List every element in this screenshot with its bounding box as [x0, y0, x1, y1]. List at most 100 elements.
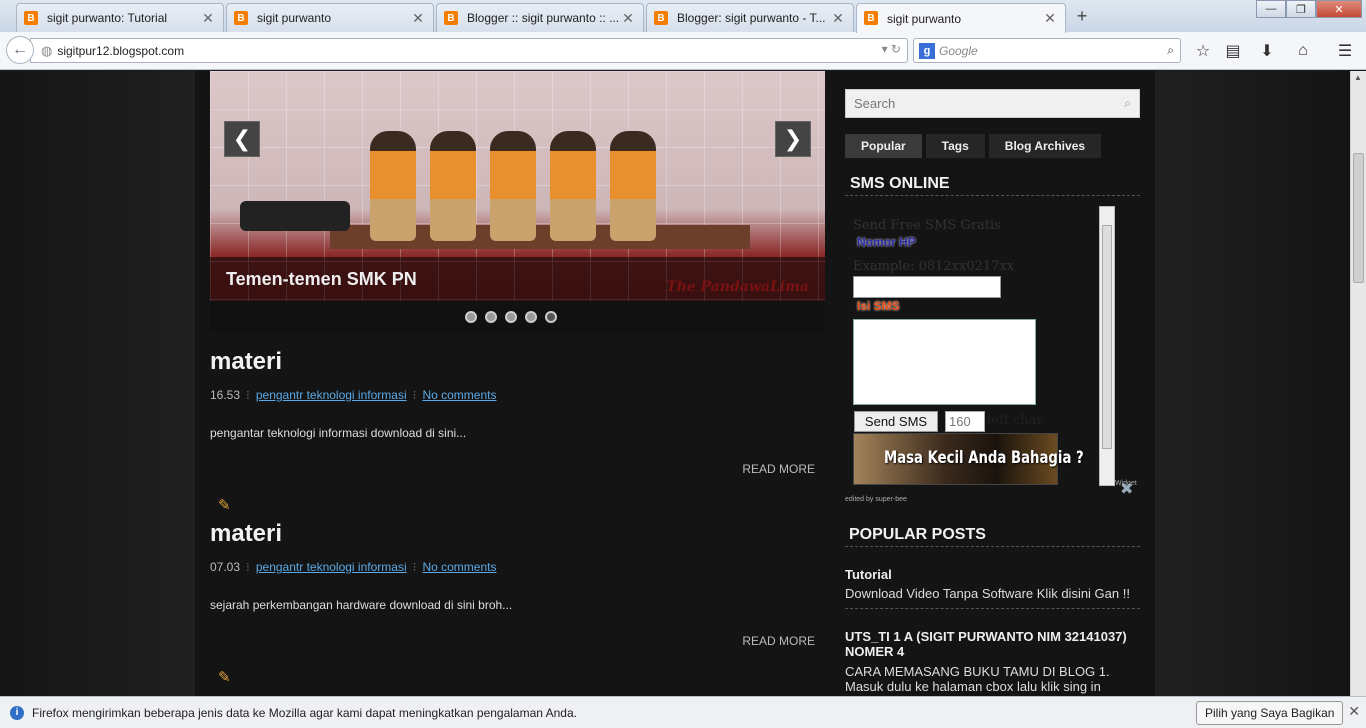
menu-icon[interactable]: ☰: [1334, 40, 1356, 62]
slide-caption-bar: Temen-temen SMK PN The PandawaLima: [210, 257, 825, 301]
search-placeholder: Search: [854, 96, 896, 111]
back-button[interactable]: ←: [6, 36, 34, 64]
sms-frame-scrollbar[interactable]: [1099, 206, 1115, 486]
tab-blog-archives[interactable]: Blog Archives: [988, 134, 1102, 158]
close-tab-icon[interactable]: ✕: [831, 10, 845, 27]
slider-next-button[interactable]: ❯: [775, 121, 811, 157]
search-icon[interactable]: ⌕: [1167, 43, 1174, 58]
info-icon: i: [10, 705, 24, 720]
post-excerpt: sejarah perkembangan hardware download d…: [210, 598, 513, 612]
scroll-thumb[interactable]: [1353, 153, 1364, 283]
slide-person: [430, 131, 476, 241]
wrench-icon[interactable]: ✖: [1120, 479, 1133, 499]
slider-dot[interactable]: [485, 311, 497, 323]
sidebar-tabs: Popular Tags Blog Archives: [845, 134, 1102, 158]
popular-post-snippet: Download Video Tanpa Software Klik disin…: [845, 586, 1130, 601]
page-scrollbar[interactable]: ▲: [1350, 71, 1366, 696]
slide-person: [550, 131, 596, 241]
post-meta: 07.03 ⁝ pengantr teknologi informasi ⁝ N…: [210, 560, 496, 574]
reload-icon[interactable]: ▾ ↻: [882, 42, 901, 56]
notification-bar: i Firefox mengirimkan beberapa jenis dat…: [0, 696, 1366, 728]
post-label-link[interactable]: pengantr teknologi informasi: [256, 560, 407, 574]
scroll-up-icon[interactable]: ▲: [1354, 73, 1362, 82]
home-icon[interactable]: ⌂: [1292, 40, 1314, 62]
meta-separator: ⁝: [412, 560, 417, 574]
close-tab-icon[interactable]: ✕: [411, 10, 425, 27]
web-search-input[interactable]: g Google ⌕: [913, 38, 1181, 63]
slide-camera: [240, 201, 350, 231]
close-notification-icon[interactable]: ✕: [1348, 703, 1360, 720]
scroll-thumb[interactable]: [1102, 225, 1112, 449]
popular-post-snippet: CARA MEMASANG BUKU TAMU DI BLOG 1. Masuk…: [845, 664, 1110, 694]
url-bar[interactable]: ◍ sigitpur12.blogspot.com ▾ ↻: [30, 38, 908, 63]
tab-5-active[interactable]: B sigit purwanto ✕: [856, 3, 1066, 33]
left-char-label: left char: [987, 413, 1043, 428]
widget-credit: edited by super-bee: [845, 496, 907, 503]
isi-sms-label: Isi SMS: [857, 299, 900, 313]
post-label-link[interactable]: pengantr teknologi informasi: [256, 388, 407, 402]
meta-separator: ⁝: [412, 388, 417, 402]
slider-dot[interactable]: [465, 311, 477, 323]
send-sms-button[interactable]: Send SMS: [854, 411, 938, 432]
blogger-favicon-icon: B: [444, 11, 458, 25]
search-icon[interactable]: ⌕: [1124, 96, 1131, 111]
tab-2[interactable]: B sigit purwanto ✕: [226, 3, 434, 32]
globe-icon: ◍: [41, 42, 53, 58]
popular-post-title[interactable]: Tutorial: [845, 567, 1135, 582]
google-engine-icon[interactable]: g: [919, 42, 935, 59]
tab-title: sigit purwanto: Tutorial: [47, 11, 168, 25]
new-tab-button[interactable]: +: [1071, 6, 1093, 27]
tab-3[interactable]: B Blogger :: sigit purwanto :: ... ✕: [436, 3, 644, 32]
pencil-icon: ✎: [218, 669, 231, 686]
read-more-link[interactable]: READ MORE: [742, 462, 815, 476]
post-title[interactable]: materi: [210, 520, 825, 548]
slider-prev-button[interactable]: ❮: [224, 121, 260, 157]
search-placeholder: Google: [939, 43, 978, 58]
post: materi 07.03 ⁝ pengantr teknologi inform…: [210, 520, 825, 686]
restore-button[interactable]: ❐: [1286, 0, 1316, 18]
back-arrow-icon: ←: [12, 41, 28, 58]
bookmarks-list-icon[interactable]: ▤: [1222, 40, 1244, 62]
slider-dot[interactable]: [505, 311, 517, 323]
tab-tags[interactable]: Tags: [925, 134, 985, 158]
sms-widget: Send Free SMS Gratis Nomor HP Example: 0…: [845, 206, 1142, 486]
slider-dot[interactable]: [525, 311, 537, 323]
sms-ad-banner[interactable]: Masa Kecil Anda Bahagia ?: [853, 433, 1084, 485]
slider-pagination: [465, 311, 557, 323]
popular-post-title[interactable]: UTS_TI 1 A (SIGIT PURWANTO NIM 32141037)…: [845, 629, 1135, 659]
window-controls: — ❐ ✕: [1256, 0, 1362, 18]
bookmark-star-icon[interactable]: ☆: [1192, 40, 1214, 62]
minimize-button[interactable]: —: [1256, 0, 1286, 18]
nomor-hp-label: Nomor HP: [857, 235, 916, 249]
choose-share-button[interactable]: Pilih yang Saya Bagikan: [1196, 701, 1344, 725]
close-tab-icon[interactable]: ✕: [621, 10, 635, 27]
downloads-icon[interactable]: ⬇: [1256, 40, 1278, 62]
tab-4[interactable]: B Blogger: sigit purwanto - T... ✕: [646, 3, 854, 32]
post-comments-link[interactable]: No comments: [422, 388, 496, 402]
sms-message-textarea[interactable]: [853, 319, 1036, 405]
close-window-button[interactable]: ✕: [1316, 0, 1362, 18]
read-more-link[interactable]: READ MORE: [742, 634, 815, 648]
meta-separator: ⁝: [246, 388, 250, 402]
divider: [845, 546, 1140, 547]
post-comments-link[interactable]: No comments: [422, 560, 496, 574]
page-viewport: Temen-temen SMK PN The PandawaLima ❮ ❯ m…: [0, 71, 1350, 696]
slider-dot-active[interactable]: [545, 311, 557, 323]
sms-widget-title: SMS ONLINE: [850, 175, 950, 192]
blogger-favicon-icon: B: [24, 11, 38, 25]
blog-search-input[interactable]: Search ⌕: [845, 89, 1140, 118]
phone-number-input[interactable]: [853, 276, 1001, 298]
char-count-field: 160: [945, 411, 985, 432]
navigation-toolbar: ◍ sigitpur12.blogspot.com ▾ ↻ ← g Google…: [0, 32, 1366, 70]
tab-1[interactable]: B sigit purwanto: Tutorial ✕: [16, 3, 224, 32]
tab-popular[interactable]: Popular: [845, 134, 922, 158]
meta-separator: ⁝: [246, 560, 250, 574]
post-title[interactable]: materi: [210, 348, 825, 376]
blog-container: Temen-temen SMK PN The PandawaLima ❮ ❯ m…: [195, 71, 1155, 696]
close-tab-icon[interactable]: ✕: [201, 10, 215, 27]
divider: [845, 608, 1140, 609]
slide-caption: Temen-temen SMK PN: [226, 269, 417, 289]
post-excerpt: pengantar teknologi informasi download d…: [210, 426, 467, 440]
image-slider: Temen-temen SMK PN The PandawaLima ❮ ❯: [210, 71, 825, 333]
close-tab-icon[interactable]: ✕: [1043, 10, 1057, 27]
